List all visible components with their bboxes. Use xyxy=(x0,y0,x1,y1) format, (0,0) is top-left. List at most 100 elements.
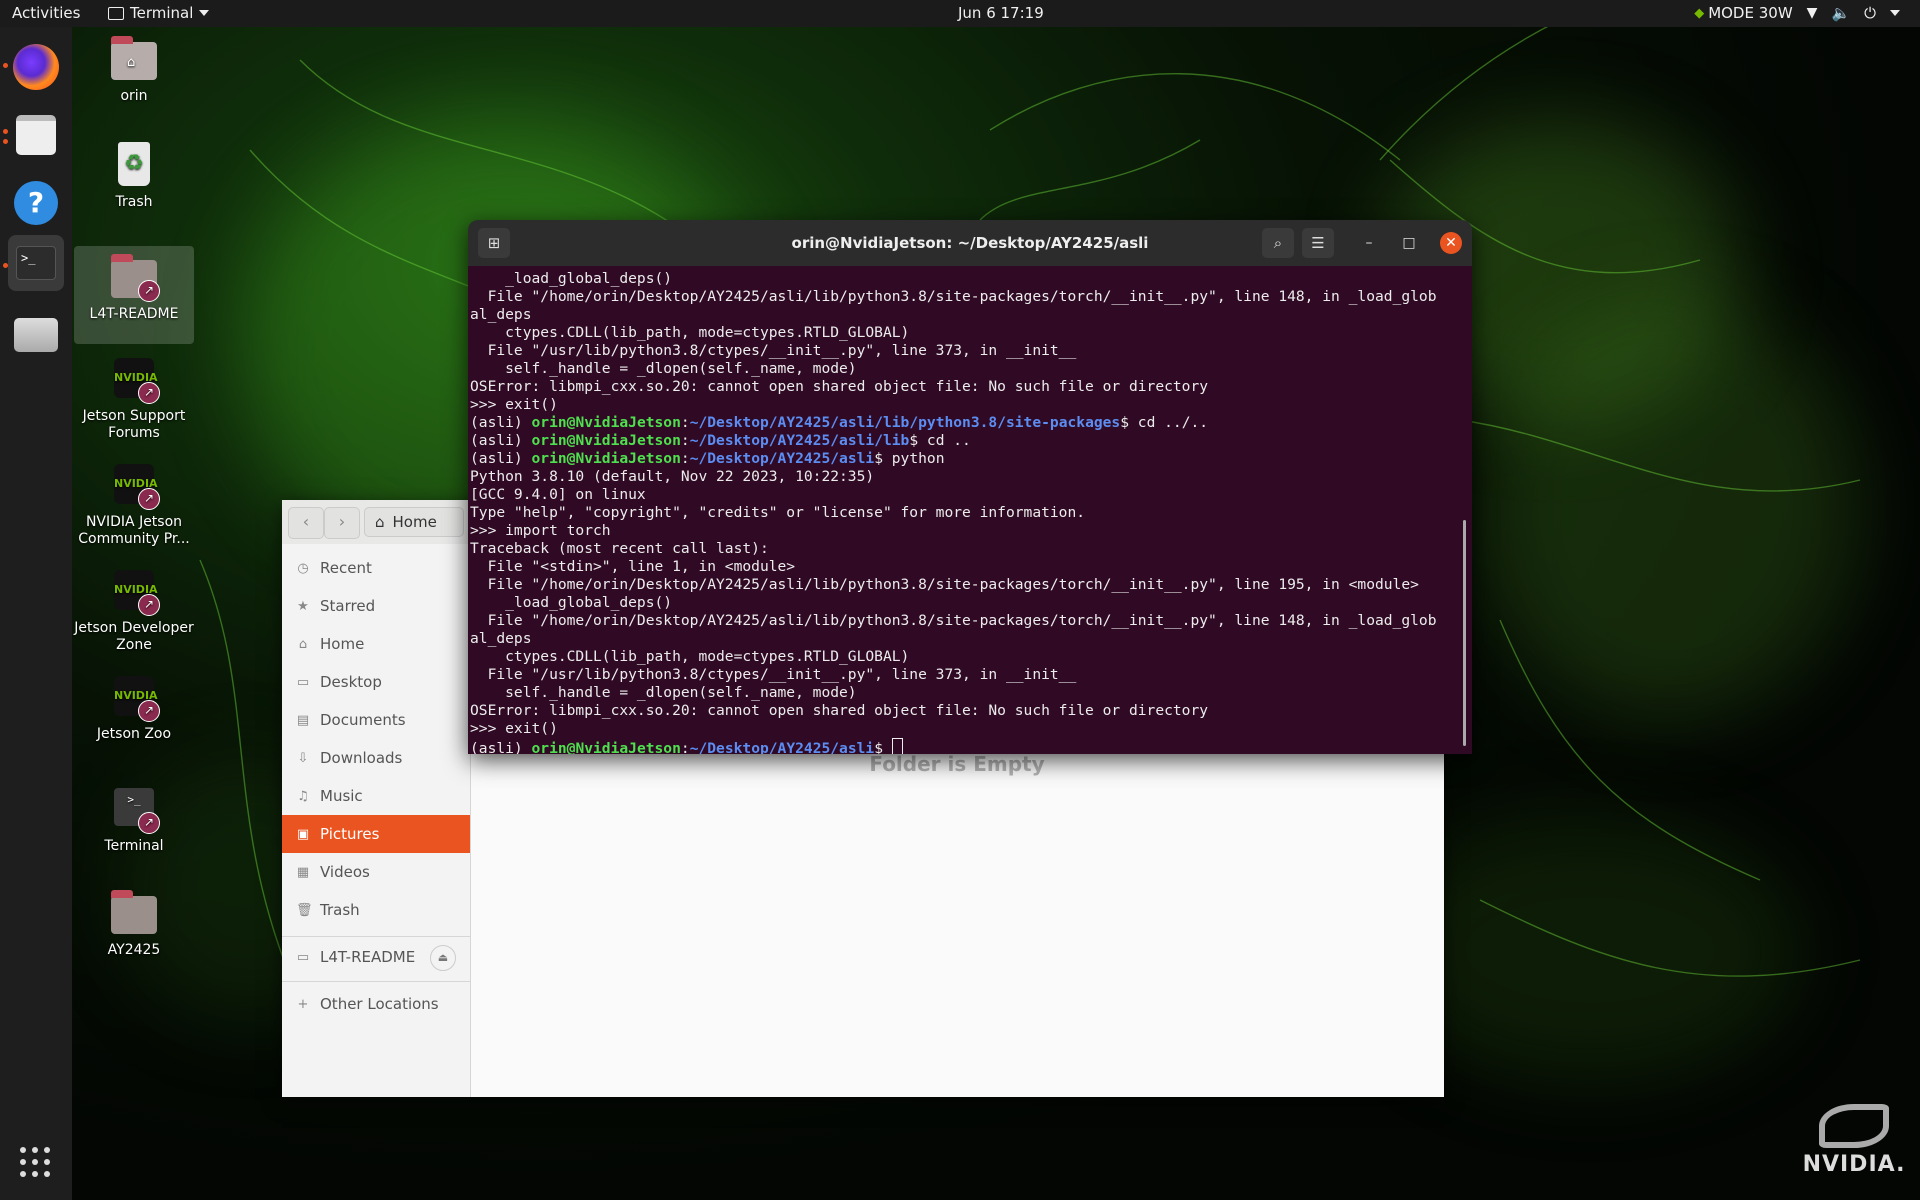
terminal-line: al_deps xyxy=(470,306,1472,324)
activities-button[interactable]: Activities xyxy=(12,4,80,22)
terminal-line: (asli) orin@NvidiaJetson:~/Desktop/AY242… xyxy=(470,414,1472,432)
terminal-line: >>> exit() xyxy=(470,396,1472,414)
top-bar: Activities Terminal Jun 6 17:19 ◆ MODE 3… xyxy=(0,0,1920,27)
sidebar-item-downloads[interactable]: ⇩ Downloads xyxy=(282,739,470,777)
terminal-text: _load_global_deps() xyxy=(470,594,673,611)
sidebar-item-pictures[interactable]: ▣ Pictures xyxy=(282,815,470,853)
terminal-line: self._handle = _dlopen(self._name, mode) xyxy=(470,360,1472,378)
terminal-line: OSError: libmpi_cxx.so.20: cannot open s… xyxy=(470,702,1472,720)
sidebar-item-other-locations[interactable]: + Other Locations xyxy=(282,985,470,1023)
terminal-line: OSError: libmpi_cxx.so.20: cannot open s… xyxy=(470,378,1472,396)
chevron-down-icon xyxy=(1890,10,1900,16)
terminal-text: Traceback (most recent call last): xyxy=(470,540,769,557)
desktop-icon-orin[interactable]: ⌂ orin xyxy=(74,34,194,105)
power-icon: ⏻ xyxy=(1864,4,1876,22)
sidebar-item-music[interactable]: ♫ Music xyxy=(282,777,470,815)
desktop-icon-label: Jetson Developer Zone xyxy=(74,620,194,653)
sidebar-item-home[interactable]: ⌂ Home xyxy=(282,625,470,663)
terminal-line: ctypes.CDLL(lib_path, mode=ctypes.RTLD_G… xyxy=(470,648,1472,666)
close-button[interactable]: ✕ xyxy=(1440,232,1462,254)
terminal-text: OSError: libmpi_cxx.so.20: cannot open s… xyxy=(470,702,1209,719)
sidebar-item-videos[interactable]: ▦ Videos xyxy=(282,853,470,891)
desktop-icon-trash[interactable]: ♻ Trash xyxy=(74,140,194,211)
nvidia-logo: NVIDIA. xyxy=(1800,1104,1908,1177)
sidebar-item-recent[interactable]: ◷ Recent xyxy=(282,549,470,587)
app-menu[interactable]: Terminal xyxy=(108,4,210,22)
desktop-icon-terminal[interactable]: >_ ↗ Terminal xyxy=(74,784,194,855)
dock-terminal[interactable]: >_ xyxy=(8,235,64,291)
files-sidebar: ◷ Recent ★ Starred ⌂ Home ▭ Desktop ▤ Documen… xyxy=(282,544,471,1097)
dock-files[interactable] xyxy=(8,107,64,163)
show-applications-icon[interactable] xyxy=(20,1147,52,1179)
close-icon: ✕ xyxy=(1445,235,1457,251)
sidebar-item-desktop[interactable]: ▭ Desktop xyxy=(282,663,470,701)
nvidia-icon: NVIDIA ↗ xyxy=(110,460,160,510)
terminal-text: ~/Desktop/AY2425/asli xyxy=(689,450,875,467)
sidebar-item-starred[interactable]: ★ Starred xyxy=(282,587,470,625)
sidebar-item-trash[interactable]: 🗑 Trash xyxy=(282,891,470,929)
terminal-output[interactable]: _load_global_deps() File "/home/orin/Des… xyxy=(468,266,1472,754)
menu-button[interactable]: ☰ xyxy=(1302,228,1334,258)
star-icon: ★ xyxy=(297,599,309,614)
terminal-line: >>> import torch xyxy=(470,522,1472,540)
terminal-text: File "/home/orin/Desktop/AY2425/asli/lib… xyxy=(470,612,1437,629)
chevron-left-icon: ‹ xyxy=(302,512,310,531)
terminal-text: ~/Desktop/AY2425/asli/lib/python3.8/site… xyxy=(689,414,1121,431)
dock-firefox[interactable] xyxy=(8,39,64,95)
clock-icon: ◷ xyxy=(297,561,309,576)
desktop-icon-jetson-support-forums[interactable]: NVIDIA ↗ Jetson Support Forums xyxy=(74,354,194,442)
wifi-icon: ▼ xyxy=(1806,5,1818,21)
power-mode-label[interactable]: MODE 30W xyxy=(1708,4,1792,22)
terminal-text: File "/usr/lib/python3.8/ctypes/__init__… xyxy=(470,666,1077,683)
sidebar-item-l4t-readme[interactable]: ▭ L4T-README ⏏ xyxy=(282,938,470,976)
terminal-line: >>> exit() xyxy=(470,720,1472,738)
dock-drive[interactable] xyxy=(8,307,64,363)
search-button[interactable]: ⌕ xyxy=(1262,228,1294,258)
terminal-text: $ cd .. xyxy=(909,432,971,449)
terminal-app-icon xyxy=(108,6,124,20)
video-icon: ▦ xyxy=(296,865,310,880)
drive-icon xyxy=(14,318,58,352)
back-button[interactable]: ‹ xyxy=(288,507,324,539)
terminal-text: >>> import torch xyxy=(470,522,611,539)
terminal-line: File "/home/orin/Desktop/AY2425/asli/lib… xyxy=(470,576,1472,594)
home-folder-icon: ⌂ xyxy=(110,34,158,82)
dock-help[interactable]: ? xyxy=(8,175,64,231)
minimize-button[interactable]: – xyxy=(1358,232,1380,254)
terminal-text: >>> exit() xyxy=(470,396,558,413)
eject-icon[interactable]: ⏏ xyxy=(430,945,456,971)
terminal-text: File "/home/orin/Desktop/AY2425/asli/lib… xyxy=(470,576,1419,593)
terminal-text: File "/usr/lib/python3.8/ctypes/__init__… xyxy=(470,342,1077,359)
sidebar-item-documents[interactable]: ▤ Documents xyxy=(282,701,470,739)
terminal-line: (asli) orin@NvidiaJetson:~/Desktop/AY242… xyxy=(470,432,1472,450)
desktop-icon-l4t-readme[interactable]: ↗ L4T-README xyxy=(74,246,194,344)
system-tray[interactable]: ◆ MODE 30W ▼ 🔈 ⏻ xyxy=(1694,4,1900,22)
desktop-icon-jetson-zoo[interactable]: NVIDIA ↗ Jetson Zoo xyxy=(74,672,194,743)
terminal-headerbar: ⊞ orin@NvidiaJetson: ~/Desktop/AY2425/as… xyxy=(468,220,1472,266)
terminal-text: : xyxy=(680,432,690,449)
running-indicator xyxy=(3,129,8,134)
desktop-icon-ay2425[interactable]: AY2425 xyxy=(74,888,194,959)
nvidia-icon: NVIDIA ↗ xyxy=(110,354,160,404)
help-icon: ? xyxy=(14,181,58,225)
path-bar-home[interactable]: ⌂ Home xyxy=(364,507,464,537)
minimize-icon: – xyxy=(1365,235,1373,251)
trash-icon: ♻ xyxy=(110,140,158,188)
terminal-scrollbar[interactable] xyxy=(1463,520,1466,746)
document-icon: ▤ xyxy=(296,713,310,728)
terminal-text: orin@NvidiaJetson xyxy=(531,740,681,754)
forward-button[interactable]: › xyxy=(324,507,360,539)
maximize-icon: □ xyxy=(1402,235,1416,251)
files-icon xyxy=(16,115,56,155)
desktop-icon-label: Jetson Zoo xyxy=(96,726,172,742)
desktop-icon-jetson-developer-zone[interactable]: NVIDIA ↗ Jetson Developer Zone xyxy=(74,566,194,654)
nvidia-eye-icon xyxy=(1819,1104,1889,1148)
clock[interactable]: Jun 6 17:19 xyxy=(958,4,1044,22)
sidebar-item-label: Music xyxy=(320,787,363,805)
maximize-button[interactable]: □ xyxy=(1398,232,1420,254)
path-label: Home xyxy=(392,513,437,531)
desktop-icon-nvidia-jetson-community[interactable]: NVIDIA ↗ NVIDIA Jetson Community Pr... xyxy=(74,460,194,548)
sidebar-item-label: Downloads xyxy=(320,749,403,767)
terminal-text: ~/Desktop/AY2425/asli/lib xyxy=(689,432,910,449)
terminal-line: File "/home/orin/Desktop/AY2425/asli/lib… xyxy=(470,288,1472,306)
